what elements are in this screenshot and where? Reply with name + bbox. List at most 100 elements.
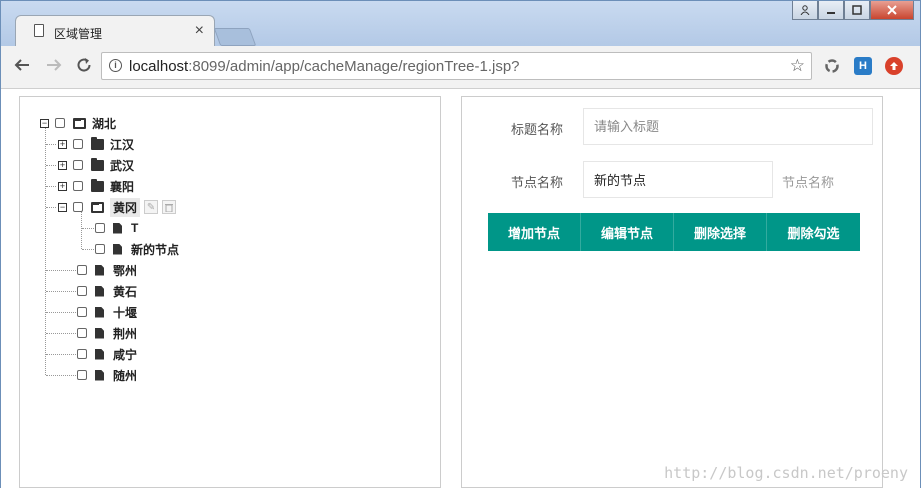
node-name-input[interactable] <box>583 161 773 198</box>
tree-line <box>46 207 56 208</box>
edit-node-button[interactable]: 编辑节点 <box>581 213 674 251</box>
extension-upload-icon[interactable] <box>885 57 903 75</box>
tree-node[interactable]: T <box>95 219 138 237</box>
forward-arrow-icon[interactable] <box>45 56 63 78</box>
tab-strip: 区域管理 × <box>1 1 920 46</box>
tree-checkbox[interactable] <box>77 265 87 275</box>
extension-h-icon[interactable]: H <box>854 57 872 75</box>
tree-node-label[interactable]: 湖北 <box>92 115 116 132</box>
file-icon <box>95 327 104 339</box>
tree-node[interactable]: 随州 <box>77 366 137 384</box>
tree-node-selected[interactable]: − 黄冈 ✎ <box>58 197 177 217</box>
tree-node-root[interactable]: − 湖北 <box>40 114 116 132</box>
tree-node[interactable]: + 襄阳 <box>58 177 134 195</box>
tree-node[interactable]: 黄石 <box>77 282 137 300</box>
tree-checkbox[interactable] <box>73 139 83 149</box>
info-icon[interactable]: i <box>109 59 122 72</box>
tree-line <box>46 186 56 187</box>
tree-checkbox[interactable] <box>77 328 87 338</box>
expand-switch-icon[interactable]: + <box>58 139 67 149</box>
url-path: :8099/admin/app/cacheManage/regionTree-1… <box>188 58 520 75</box>
bookmark-star-icon[interactable]: ☆ <box>790 56 805 76</box>
minimize-button[interactable] <box>818 1 844 20</box>
user-icon[interactable] <box>792 1 818 20</box>
region-tree-panel: − 湖北 + 江汉 + 武汉 + 襄阳 − 黄冈 ✎ T 新的节点 鄂州 黄石 … <box>19 96 441 488</box>
folder-icon <box>91 136 104 150</box>
tree-line <box>82 228 94 229</box>
file-icon <box>95 285 104 297</box>
browser-toolbar: i localhost:8099/admin/app/cacheManage/r… <box>1 46 920 89</box>
tree-node-label[interactable]: 江汉 <box>110 136 134 153</box>
tree-node-label[interactable]: 新的节点 <box>131 241 179 258</box>
reload-icon[interactable] <box>75 56 93 78</box>
page-icon <box>34 24 44 37</box>
address-bar[interactable]: i localhost:8099/admin/app/cacheManage/r… <box>101 52 812 80</box>
tree-node-label[interactable]: 鄂州 <box>113 262 137 279</box>
file-icon <box>95 369 104 381</box>
collapse-switch-icon[interactable]: − <box>58 202 67 212</box>
action-button-group: 增加节点 编辑节点 删除选择 删除勾选 <box>488 213 860 251</box>
collapse-switch-icon[interactable]: − <box>40 118 49 128</box>
expand-switch-icon[interactable]: + <box>58 160 67 170</box>
new-tab-button[interactable] <box>213 28 257 46</box>
watermark: http://blog.csdn.net/proeny <box>664 464 908 482</box>
tree-checkbox[interactable] <box>73 160 83 170</box>
tree-line <box>81 211 82 249</box>
tree-checkbox[interactable] <box>55 118 65 128</box>
tree-line <box>46 354 76 355</box>
tree-checkbox[interactable] <box>77 286 87 296</box>
browser-tab[interactable]: 区域管理 × <box>15 15 215 46</box>
tree-node-label[interactable]: 黄冈 <box>110 197 141 217</box>
tree-node[interactable]: + 江汉 <box>58 135 134 153</box>
node-name-hint: 节点名称 <box>782 175 835 190</box>
tree-node-label[interactable]: 荆州 <box>113 325 137 342</box>
delete-checked-button[interactable]: 删除勾选 <box>767 213 860 251</box>
edit-pencil-icon[interactable]: ✎ <box>144 200 159 214</box>
file-icon <box>113 222 122 234</box>
browser-window: 区域管理 × i localhost:8099/admin/app/cacheM… <box>0 0 921 488</box>
tree-checkbox[interactable] <box>77 349 87 359</box>
tree-checkbox[interactable] <box>95 244 105 254</box>
add-node-button[interactable]: 增加节点 <box>488 213 581 251</box>
tree-node-label[interactable]: 随州 <box>113 367 137 384</box>
tree-node-label[interactable]: 十堰 <box>113 304 137 321</box>
close-window-button[interactable] <box>870 1 914 20</box>
tree-node-label[interactable]: 黄石 <box>113 283 137 300</box>
tree-checkbox[interactable] <box>73 202 83 212</box>
tree-node-label[interactable]: 襄阳 <box>110 178 134 195</box>
folder-open-icon <box>73 117 86 129</box>
maximize-button[interactable] <box>844 1 870 20</box>
tree-node[interactable]: 十堰 <box>77 303 137 321</box>
tree-node[interactable]: 鄂州 <box>77 261 137 279</box>
page-content: − 湖北 + 江汉 + 武汉 + 襄阳 − 黄冈 ✎ T 新的节点 鄂州 黄石 … <box>1 89 920 488</box>
tree-line <box>46 144 56 145</box>
title-label: 标题名称 <box>511 122 564 137</box>
tree-node[interactable]: 荆州 <box>77 324 137 342</box>
delete-selected-button[interactable]: 删除选择 <box>674 213 767 251</box>
extension-refresh-icon[interactable] <box>823 57 841 75</box>
tree-checkbox[interactable] <box>95 223 105 233</box>
tree-node-label[interactable]: 武汉 <box>110 157 134 174</box>
url-host: localhost <box>129 58 189 75</box>
tree-checkbox[interactable] <box>77 370 87 380</box>
tree-checkbox[interactable] <box>77 307 87 317</box>
tab-close-icon[interactable]: × <box>195 21 204 41</box>
node-name-label: 节点名称 <box>511 175 564 190</box>
tree-line <box>46 165 56 166</box>
tree-node-label[interactable]: 咸宁 <box>113 346 137 363</box>
folder-icon <box>91 178 104 192</box>
back-arrow-icon[interactable] <box>13 56 31 78</box>
tree-node[interactable]: + 武汉 <box>58 156 134 174</box>
window-controls <box>792 1 914 21</box>
expand-switch-icon[interactable]: + <box>58 181 67 191</box>
tree-line <box>82 249 94 250</box>
delete-trash-icon[interactable] <box>162 200 177 214</box>
tree-node[interactable]: 新的节点 <box>95 240 179 258</box>
tree-line <box>46 270 76 271</box>
file-icon <box>113 243 122 255</box>
tree-node-label[interactable]: T <box>131 221 138 235</box>
title-input[interactable] <box>583 108 873 145</box>
tree-line <box>46 375 76 376</box>
tree-checkbox[interactable] <box>73 181 83 191</box>
tree-node[interactable]: 咸宁 <box>77 345 137 363</box>
